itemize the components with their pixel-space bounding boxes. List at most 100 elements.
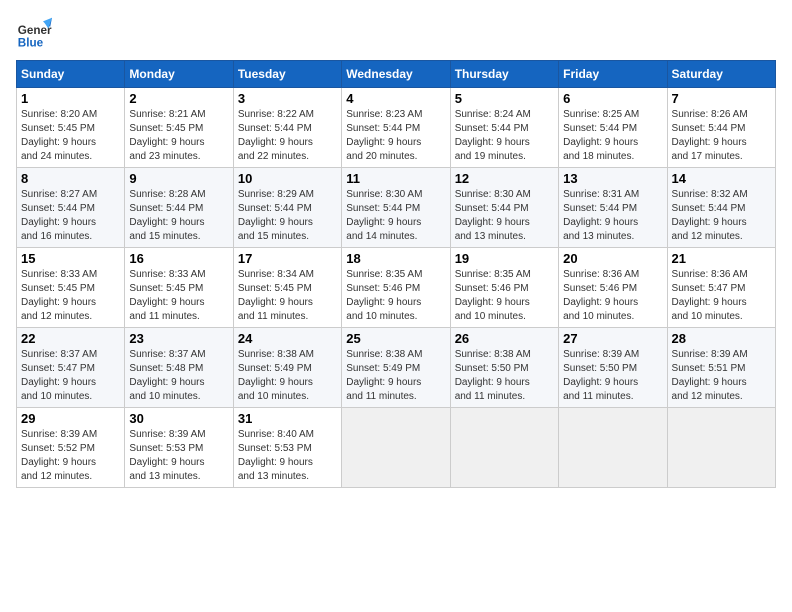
day-number: 19	[455, 251, 554, 266]
col-wednesday: Wednesday	[342, 61, 450, 88]
day-info: Sunrise: 8:39 AMSunset: 5:51 PMDaylight:…	[672, 348, 771, 404]
table-row: 9 Sunrise: 8:28 AMSunset: 5:44 PMDaylight…	[125, 168, 233, 248]
day-number: 23	[129, 331, 228, 346]
table-row: 7 Sunrise: 8:26 AMSunset: 5:44 PMDaylight…	[667, 88, 775, 168]
table-row: 27Sunrise: 8:39 AMSunset: 5:50 PMDayligh…	[559, 328, 667, 408]
day-number: 26	[455, 331, 554, 346]
day-info: Sunrise: 8:21 AMSunset: 5:45 PMDaylight:…	[129, 108, 228, 164]
calendar-week-row: 22 Sunrise: 8:37 AMSunset: 5:47 PMDayligh…	[17, 328, 776, 408]
day-info: Sunrise: 8:38 AMSunset: 5:49 PMDaylight:…	[238, 348, 337, 404]
table-row: 4 Sunrise: 8:23 AMSunset: 5:44 PMDaylight…	[342, 88, 450, 168]
day-number: 24	[238, 331, 337, 346]
header: General Blue	[16, 16, 776, 52]
table-row: 24 Sunrise: 8:38 AMSunset: 5:49 PMDayligh…	[233, 328, 341, 408]
day-info: Sunrise: 8:36 AMSunset: 5:47 PMDaylight:…	[672, 268, 771, 324]
day-info: Sunrise: 8:24 AMSunset: 5:44 PMDaylight:…	[455, 108, 554, 164]
day-info: Sunrise: 8:22 AMSunset: 5:44 PMDaylight:…	[238, 108, 337, 164]
table-row: 25Sunrise: 8:38 AMSunset: 5:49 PMDayligh…	[342, 328, 450, 408]
logo: General Blue	[16, 16, 56, 52]
table-row: 15 Sunrise: 8:33 AMSunset: 5:45 PMDayligh…	[17, 248, 125, 328]
day-number: 10	[238, 171, 337, 186]
table-row: 19 Sunrise: 8:35 AMSunset: 5:46 PMDayligh…	[450, 248, 558, 328]
day-number: 29	[21, 411, 120, 426]
day-number: 17	[238, 251, 337, 266]
day-number: 18	[346, 251, 445, 266]
day-info: Sunrise: 8:35 AMSunset: 5:46 PMDaylight:…	[455, 268, 554, 324]
table-row	[667, 408, 775, 488]
table-row: 13Sunrise: 8:31 AMSunset: 5:44 PMDayligh…	[559, 168, 667, 248]
table-row: 6 Sunrise: 8:25 AMSunset: 5:44 PMDaylight…	[559, 88, 667, 168]
day-number: 9	[129, 171, 228, 186]
day-info: Sunrise: 8:33 AMSunset: 5:45 PMDaylight:…	[129, 268, 228, 324]
table-row: 20 Sunrise: 8:36 AMSunset: 5:46 PMDayligh…	[559, 248, 667, 328]
table-row: 5 Sunrise: 8:24 AMSunset: 5:44 PMDaylight…	[450, 88, 558, 168]
col-monday: Monday	[125, 61, 233, 88]
svg-text:Blue: Blue	[18, 37, 44, 50]
day-info: Sunrise: 8:37 AMSunset: 5:47 PMDaylight:…	[21, 348, 120, 404]
table-row: 23Sunrise: 8:37 AMSunset: 5:48 PMDayligh…	[125, 328, 233, 408]
day-info: Sunrise: 8:34 AMSunset: 5:45 PMDaylight:…	[238, 268, 337, 324]
day-info: Sunrise: 8:27 AMSunset: 5:44 PMDaylight:…	[21, 188, 120, 244]
day-number: 28	[672, 331, 771, 346]
table-row: 17 Sunrise: 8:34 AMSunset: 5:45 PMDayligh…	[233, 248, 341, 328]
calendar-week-row: 15 Sunrise: 8:33 AMSunset: 5:45 PMDayligh…	[17, 248, 776, 328]
day-number: 7	[672, 91, 771, 106]
table-row: 16Sunrise: 8:33 AMSunset: 5:45 PMDayligh…	[125, 248, 233, 328]
table-row: 12 Sunrise: 8:30 AMSunset: 5:44 PMDayligh…	[450, 168, 558, 248]
col-sunday: Sunday	[17, 61, 125, 88]
day-number: 15	[21, 251, 120, 266]
day-number: 1	[21, 91, 120, 106]
col-saturday: Saturday	[667, 61, 775, 88]
day-info: Sunrise: 8:29 AMSunset: 5:44 PMDaylight:…	[238, 188, 337, 244]
day-number: 20	[563, 251, 662, 266]
table-row: 31 Sunrise: 8:40 AMSunset: 5:53 PMDayligh…	[233, 408, 341, 488]
table-row: 14 Sunrise: 8:32 AMSunset: 5:44 PMDayligh…	[667, 168, 775, 248]
table-row: 28 Sunrise: 8:39 AMSunset: 5:51 PMDayligh…	[667, 328, 775, 408]
calendar-table: Sunday Monday Tuesday Wednesday Thursday…	[16, 60, 776, 488]
day-number: 6	[563, 91, 662, 106]
day-info: Sunrise: 8:36 AMSunset: 5:46 PMDaylight:…	[563, 268, 662, 324]
day-number: 5	[455, 91, 554, 106]
day-number: 3	[238, 91, 337, 106]
col-friday: Friday	[559, 61, 667, 88]
day-number: 25	[346, 331, 445, 346]
day-info: Sunrise: 8:40 AMSunset: 5:53 PMDaylight:…	[238, 428, 337, 484]
day-number: 4	[346, 91, 445, 106]
day-info: Sunrise: 8:35 AMSunset: 5:46 PMDaylight:…	[346, 268, 445, 324]
day-info: Sunrise: 8:23 AMSunset: 5:44 PMDaylight:…	[346, 108, 445, 164]
day-info: Sunrise: 8:26 AMSunset: 5:44 PMDaylight:…	[672, 108, 771, 164]
table-row	[342, 408, 450, 488]
day-info: Sunrise: 8:20 AMSunset: 5:45 PMDaylight:…	[21, 108, 120, 164]
day-info: Sunrise: 8:33 AMSunset: 5:45 PMDaylight:…	[21, 268, 120, 324]
day-info: Sunrise: 8:25 AMSunset: 5:44 PMDaylight:…	[563, 108, 662, 164]
day-number: 22	[21, 331, 120, 346]
day-number: 14	[672, 171, 771, 186]
day-info: Sunrise: 8:30 AMSunset: 5:44 PMDaylight:…	[346, 188, 445, 244]
table-row	[450, 408, 558, 488]
table-row: 2 Sunrise: 8:21 AMSunset: 5:45 PMDaylight…	[125, 88, 233, 168]
day-number: 21	[672, 251, 771, 266]
calendar-week-row: 29Sunrise: 8:39 AMSunset: 5:52 PMDayligh…	[17, 408, 776, 488]
calendar-week-row: 1 Sunrise: 8:20 AMSunset: 5:45 PMDaylight…	[17, 88, 776, 168]
day-number: 11	[346, 171, 445, 186]
day-info: Sunrise: 8:32 AMSunset: 5:44 PMDaylight:…	[672, 188, 771, 244]
day-info: Sunrise: 8:28 AMSunset: 5:44 PMDaylight:…	[129, 188, 228, 244]
calendar-week-row: 8 Sunrise: 8:27 AMSunset: 5:44 PMDaylight…	[17, 168, 776, 248]
logo-icon: General Blue	[16, 16, 52, 52]
day-number: 27	[563, 331, 662, 346]
day-number: 12	[455, 171, 554, 186]
calendar-header-row: Sunday Monday Tuesday Wednesday Thursday…	[17, 61, 776, 88]
table-row: 10 Sunrise: 8:29 AMSunset: 5:44 PMDayligh…	[233, 168, 341, 248]
day-number: 2	[129, 91, 228, 106]
day-info: Sunrise: 8:38 AMSunset: 5:50 PMDaylight:…	[455, 348, 554, 404]
day-number: 31	[238, 411, 337, 426]
col-thursday: Thursday	[450, 61, 558, 88]
table-row: 11 Sunrise: 8:30 AMSunset: 5:44 PMDayligh…	[342, 168, 450, 248]
table-row: 29Sunrise: 8:39 AMSunset: 5:52 PMDayligh…	[17, 408, 125, 488]
table-row: 8 Sunrise: 8:27 AMSunset: 5:44 PMDaylight…	[17, 168, 125, 248]
day-info: Sunrise: 8:30 AMSunset: 5:44 PMDaylight:…	[455, 188, 554, 244]
col-tuesday: Tuesday	[233, 61, 341, 88]
day-number: 8	[21, 171, 120, 186]
table-row: 21 Sunrise: 8:36 AMSunset: 5:47 PMDayligh…	[667, 248, 775, 328]
day-number: 30	[129, 411, 228, 426]
